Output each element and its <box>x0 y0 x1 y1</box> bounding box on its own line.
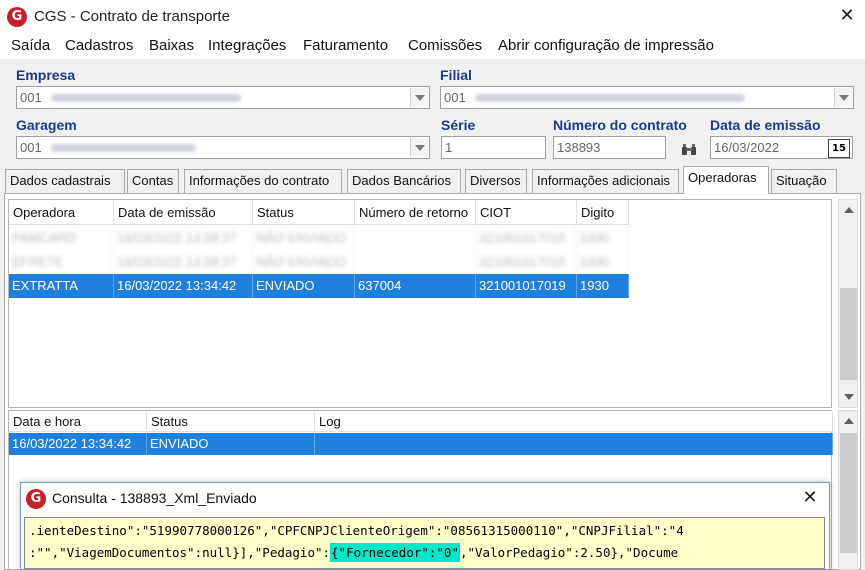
menu-faturamento[interactable]: Faturamento <box>303 37 388 54</box>
cell-ciot: 321001017015 <box>476 250 577 274</box>
menu-comissoes[interactable]: Comissões <box>408 37 482 54</box>
serie-value: 1 <box>445 140 453 155</box>
table-row-selected[interactable]: EXTRATTA 16/03/2022 13:34:42 ENVIADO 637… <box>9 274 629 298</box>
table-row[interactable]: EFRETE 16/03/2022 13:28:37 NÃO ENVIADO 3… <box>9 250 629 274</box>
cell-digito: 1930 <box>577 250 629 274</box>
cell-ciot: 321001017015 <box>476 226 577 250</box>
cell-status: NÃO ENVIADO <box>253 250 355 274</box>
data-emissao-value: 16/03/2022 <box>714 140 780 155</box>
menu-bar: Saída Cadastros Baixas Integrações Fatur… <box>0 33 865 59</box>
code-line-2: :"","ViagemDocumentos":null}],"Pedagio":… <box>29 543 679 562</box>
menu-baixas[interactable]: Baixas <box>149 37 194 54</box>
close-icon[interactable]: ✕ <box>836 4 858 28</box>
scroll-up-icon[interactable] <box>844 207 854 213</box>
tab-dados-cadastrais[interactable]: Dados cadastrais <box>5 169 125 193</box>
cell-status: NÃO ENVIADO <box>253 226 355 250</box>
numero-contrato-field[interactable]: 138893 <box>553 136 666 159</box>
cell-status: ENVIADO <box>253 274 355 298</box>
tab-contas[interactable]: Contas <box>127 169 179 193</box>
serie-field[interactable]: 1 <box>441 136 546 159</box>
filial-value: 001 <box>444 90 466 105</box>
app-logo-icon: G <box>7 7 27 27</box>
cell-numero-retorno <box>355 226 476 250</box>
highlighted-code: {"Fornecedor":"0" <box>330 543 460 562</box>
garagem-label: Garagem <box>16 117 77 133</box>
empresa-label: Empresa <box>16 67 76 83</box>
garagem-select[interactable]: 001 <box>16 136 430 159</box>
code-line-1: .ienteDestino":"51990778000126","CPFCNPJ… <box>29 523 684 538</box>
col-header-numero-retorno[interactable]: Número de retorno <box>355 200 476 225</box>
cell-ciot: 321001017019 <box>476 274 577 298</box>
menu-cadastros[interactable]: Cadastros <box>65 37 133 54</box>
cell-operadora: EFRETE <box>9 250 114 274</box>
scroll-thumb[interactable] <box>840 288 857 380</box>
calendar-icon[interactable]: 15 <box>828 139 850 158</box>
menu-abrir-configuracao[interactable]: Abrir configuração de impressão <box>498 37 714 54</box>
window-title: CGS - Contrato de transporte <box>34 8 230 25</box>
tab-situacao[interactable]: Situação <box>771 169 837 193</box>
cell-data-emissao: 16/03/2022 13:28:37 <box>114 226 253 250</box>
title-bar: G CGS - Contrato de transporte ✕ <box>0 0 865 33</box>
chevron-down-icon[interactable] <box>410 88 428 107</box>
table-row[interactable]: PAMCARD 16/03/2022 13:28:37 NÃO ENVIADO … <box>9 226 629 250</box>
tab-diversos[interactable]: Diversos <box>465 169 527 193</box>
empresa-select[interactable]: 001 <box>16 86 430 109</box>
col-header-digito[interactable]: Digito <box>577 200 629 225</box>
chevron-down-icon[interactable] <box>410 138 428 157</box>
col-header-ciot[interactable]: CIOT <box>476 200 577 225</box>
cell-data-emissao: 16/03/2022 13:34:42 <box>114 274 253 298</box>
cell-operadora: PAMCARD <box>9 226 114 250</box>
consulta-dialog: G Consulta - 138893_Xml_Enviado ✕ .iente… <box>20 482 830 570</box>
col-header-status[interactable]: Status <box>253 200 355 225</box>
numero-contrato-label: Número do contrato <box>553 117 687 133</box>
tab-informacoes-contrato[interactable]: Informações do contrato <box>184 169 342 193</box>
chevron-down-icon[interactable] <box>834 88 852 107</box>
redacted-text <box>51 144 196 152</box>
log-scrollbar[interactable] <box>838 410 858 570</box>
col-header-log-status[interactable]: Status <box>147 411 315 432</box>
col-header-data-emissao[interactable]: Data de emissão <box>114 200 253 225</box>
menu-integracoes[interactable]: Integrações <box>208 37 286 54</box>
scroll-down-icon[interactable] <box>844 394 854 400</box>
col-header-log[interactable]: Log <box>315 411 833 432</box>
cell-data-emissao: 16/03/2022 13:28:37 <box>114 250 253 274</box>
dialog-title: Consulta - 138893_Xml_Enviado <box>52 490 257 506</box>
code-text: :"","ViagemDocumentos":null}],"Pedagio": <box>29 545 331 560</box>
cell-digito: 1930 <box>577 274 629 298</box>
cell-log <box>315 433 833 455</box>
app-logo-icon: G <box>26 489 46 509</box>
cell-digito: 1930 <box>577 226 629 250</box>
operadoras-scrollbar[interactable] <box>838 199 858 408</box>
tab-informacoes-adicionais[interactable]: Informações adicionais <box>532 169 679 193</box>
scroll-up-icon[interactable] <box>844 418 854 424</box>
col-header-data-hora[interactable]: Data e hora <box>9 411 147 432</box>
scroll-thumb[interactable] <box>840 433 857 553</box>
redacted-text <box>475 94 745 102</box>
cell-numero-retorno: 637004 <box>355 274 476 298</box>
cell-data-hora: 16/03/2022 13:34:42 <box>9 433 147 455</box>
operadoras-grid[interactable]: Operadora Data de emissão Status Número … <box>8 199 832 408</box>
xml-content-box[interactable]: .ienteDestino":"51990778000126","CPFCNPJ… <box>24 517 825 569</box>
code-text: ,"ValorPedagio":2.50},"Docume <box>459 545 679 560</box>
cell-log-status: ENVIADO <box>147 433 315 455</box>
cell-numero-retorno <box>355 250 476 274</box>
serie-label: Série <box>441 117 476 133</box>
tab-dados-bancarios[interactable]: Dados Bancários <box>347 169 461 193</box>
data-emissao-label: Data de emissão <box>710 117 821 133</box>
garagem-value: 001 <box>20 140 42 155</box>
table-row-selected[interactable]: 16/03/2022 13:34:42 ENVIADO <box>9 433 833 455</box>
col-header-operadora[interactable]: Operadora <box>9 200 114 225</box>
filial-label: Filial <box>440 67 472 83</box>
cell-operadora: EXTRATTA <box>9 274 114 298</box>
binoculars-search-icon[interactable] <box>681 143 697 157</box>
menu-saida[interactable]: Saída <box>11 37 50 54</box>
empresa-value: 001 <box>20 90 42 105</box>
close-icon[interactable]: ✕ <box>799 486 821 510</box>
tab-operadoras[interactable]: Operadoras <box>683 166 769 194</box>
numero-contrato-value: 138893 <box>557 140 601 155</box>
redacted-text <box>51 94 241 102</box>
filial-select[interactable]: 001 <box>440 86 854 109</box>
